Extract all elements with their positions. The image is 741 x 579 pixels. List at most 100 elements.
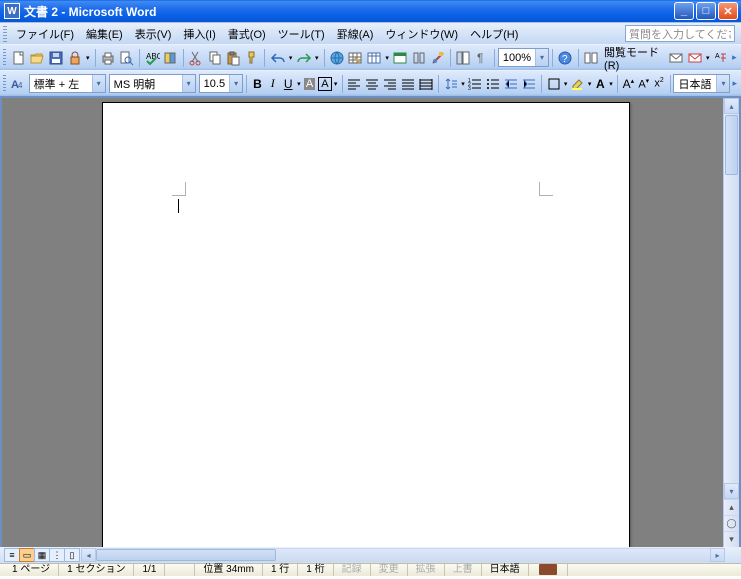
print-layout-view-icon[interactable]: ▭ [19,548,35,562]
spelling-icon[interactable]: ABC [143,47,162,69]
cut-icon[interactable] [187,47,206,69]
direction-icon[interactable]: A [711,47,730,69]
chevron-down-icon[interactable]: ▾ [535,49,548,66]
vertical-scrollbar[interactable]: ▴ ▾ ▴ ◯ ▾ [723,98,739,547]
dropdown-arrow-icon[interactable]: ▾ [383,47,391,69]
chevron-down-icon[interactable]: ▾ [229,75,242,92]
grip[interactable] [3,75,6,93]
status-rec[interactable]: 記録 [334,564,371,576]
scroll-right-icon[interactable]: ▸ [710,548,725,562]
dropdown-arrow-icon[interactable]: ▾ [608,73,614,95]
menu-view[interactable]: 表示(V) [129,24,178,44]
web-layout-view-icon[interactable]: ▦ [34,548,50,562]
chevron-down-icon[interactable]: ▾ [716,75,729,92]
browse-prev-icon[interactable]: ▴ [724,499,739,515]
dropdown-arrow-icon[interactable]: ▾ [333,73,339,95]
scroll-track[interactable] [724,176,739,483]
paste-icon[interactable] [224,47,243,69]
undo-icon[interactable] [268,47,287,69]
char-shading-icon[interactable]: A [302,73,317,95]
horizontal-scrollbar[interactable]: ◂ ▸ [81,548,725,562]
scroll-thumb[interactable] [725,115,738,175]
open-icon[interactable] [28,47,47,69]
shrink-font-icon[interactable]: A▾ [636,73,651,95]
research-icon[interactable] [161,47,180,69]
toolbar-options-icon[interactable]: ▸ [730,52,739,63]
status-lang[interactable]: 日本語 [482,564,529,576]
spell-check-icon[interactable] [529,564,568,576]
read-mode-button[interactable]: 閲覧モード(R) [600,42,667,74]
bold-icon[interactable]: B [250,73,265,95]
format-painter-icon[interactable] [243,47,262,69]
align-center-icon[interactable] [363,73,381,95]
increase-indent-icon[interactable] [520,73,538,95]
dropdown-arrow-icon[interactable]: ▾ [287,47,295,69]
scroll-left-icon[interactable]: ◂ [81,548,96,562]
help-search-input[interactable] [625,25,735,42]
status-column[interactable]: 1 桁 [298,564,333,576]
close-button[interactable]: ✕ [718,2,738,20]
document-area[interactable] [2,98,723,547]
status-trk[interactable]: 変更 [371,564,408,576]
scroll-track[interactable] [96,548,710,562]
permissions-icon[interactable] [65,47,84,69]
menu-ruler[interactable]: 罫線(A) [331,24,380,44]
copy-icon[interactable] [205,47,224,69]
font-combo[interactable]: MS 明朝▾ [109,74,196,93]
decrease-indent-icon[interactable] [502,73,520,95]
italic-icon[interactable]: I [265,73,280,95]
menu-format[interactable]: 書式(O) [222,24,272,44]
tables-borders-icon[interactable] [346,47,365,69]
browse-next-icon[interactable]: ▾ [724,531,739,547]
toolbar-options-icon[interactable]: ▸ [730,78,739,89]
lang-combo[interactable]: 日本語▾ [673,74,730,93]
insert-spreadsheet-icon[interactable] [391,47,410,69]
status-ovr[interactable]: 上書 [445,564,482,576]
status-line[interactable]: 1 行 [263,564,298,576]
print-preview-icon[interactable] [117,47,136,69]
dropdown-arrow-icon[interactable]: ▾ [313,47,321,69]
read-layout-icon[interactable] [581,47,600,69]
status-ext[interactable]: 拡張 [408,564,445,576]
distributed-icon[interactable] [417,73,435,95]
status-pages[interactable]: 1/1 [134,564,165,576]
menu-edit[interactable]: 編集(E) [80,24,129,44]
print-icon[interactable] [98,47,117,69]
scroll-down-icon[interactable]: ▾ [724,483,739,499]
scroll-thumb[interactable] [96,549,276,561]
doc-map-icon[interactable] [454,47,473,69]
dropdown-arrow-icon[interactable]: ▾ [84,47,92,69]
minimize-button[interactable]: _ [674,2,694,20]
align-right-icon[interactable] [381,73,399,95]
superscript-icon[interactable]: x2 [651,73,666,95]
hyperlink-icon[interactable] [327,47,346,69]
menu-window[interactable]: ウィンドウ(W) [379,24,464,44]
outline-view-icon[interactable]: ⋮ [49,548,65,562]
chevron-down-icon[interactable]: ▾ [182,75,195,92]
envelope-icon[interactable] [667,47,686,69]
styles-icon[interactable]: A4 [9,73,27,95]
align-left-icon[interactable] [345,73,363,95]
char-border-icon[interactable]: A [317,73,332,95]
reading-view-icon[interactable]: ▯ [64,548,80,562]
bullets-icon[interactable] [484,73,502,95]
borders-icon[interactable] [545,73,563,95]
save-icon[interactable] [47,47,66,69]
zoom-combo[interactable]: 100%▾ [498,48,549,67]
underline-icon[interactable]: U [280,73,295,95]
resize-grip-icon[interactable] [727,548,741,562]
status-position[interactable]: 位置 34mm [195,564,263,576]
browse-object-icon[interactable]: ◯ [724,515,739,531]
menu-file[interactable]: ファイル(F) [10,24,80,44]
new-doc-icon[interactable] [9,47,28,69]
font-color-icon[interactable]: A [593,73,608,95]
menu-tools[interactable]: ツール(T) [272,24,331,44]
grow-font-icon[interactable]: A▴ [621,73,636,95]
size-combo[interactable]: 10.5▾ [199,74,243,93]
redo-icon[interactable] [294,47,313,69]
columns-icon[interactable] [410,47,429,69]
show-marks-icon[interactable]: ¶ [472,47,491,69]
line-spacing-icon[interactable] [442,73,460,95]
insert-table-icon[interactable] [365,47,384,69]
page[interactable] [102,102,630,547]
